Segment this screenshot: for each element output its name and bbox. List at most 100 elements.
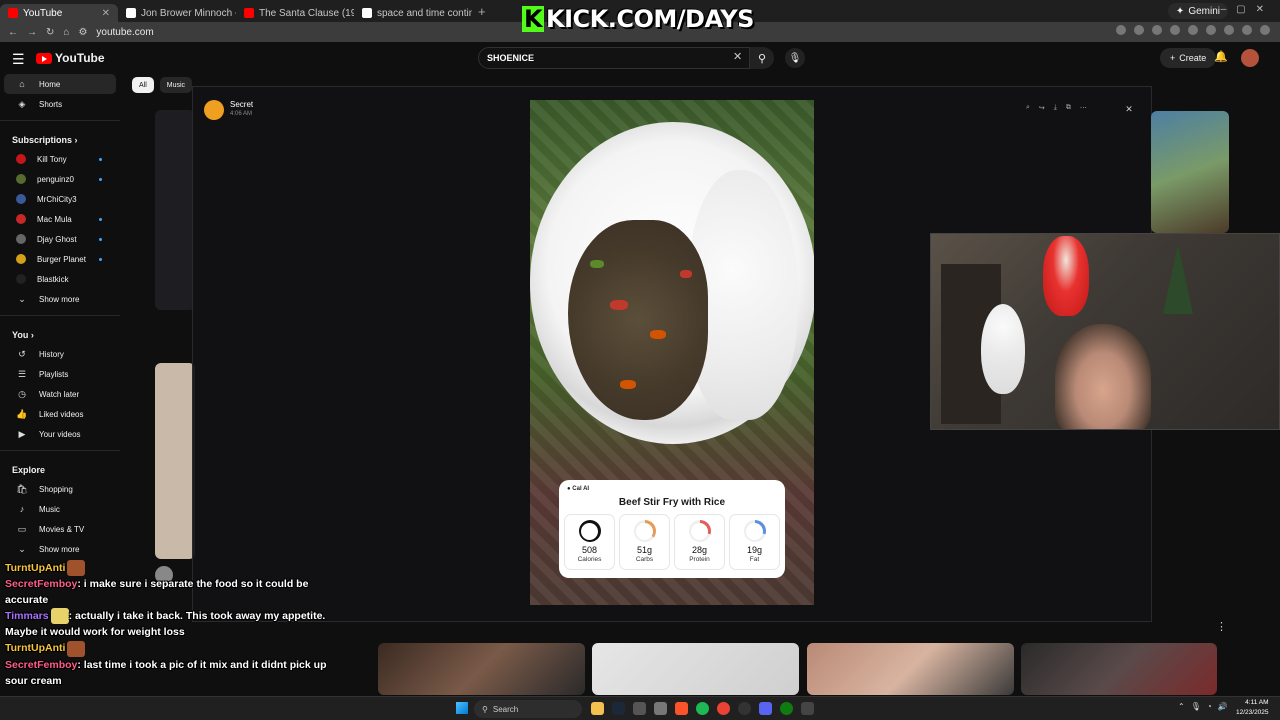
forward-icon[interactable]: ↪ [1039, 104, 1045, 112]
chip-all[interactable]: All [132, 77, 154, 93]
more-options-icon[interactable]: ⋮ [1216, 620, 1227, 633]
extension-icon[interactable] [1188, 25, 1198, 35]
sidebar-item[interactable]: ↺ History [4, 344, 116, 364]
xbox-icon[interactable] [780, 702, 793, 715]
site-info-icon[interactable]: ⚙ [78, 27, 87, 38]
gemini-button[interactable]: ✦ Gemini [1167, 3, 1228, 19]
chevron-up-icon[interactable]: ⌃ [1178, 702, 1185, 711]
search-input[interactable]: SHOENICE [478, 47, 750, 69]
sidebar-item[interactable]: ♪ Music [4, 499, 116, 519]
chat-username[interactable]: TurntUpAnti [5, 642, 65, 654]
chat-username[interactable]: Timmars [5, 610, 49, 622]
extension-icon[interactable] [1116, 25, 1126, 35]
discord-icon[interactable] [759, 702, 772, 715]
subscription-item[interactable]: penguinz0 [4, 169, 116, 189]
app-icon[interactable] [801, 702, 814, 715]
pepper [680, 270, 692, 278]
chrome-icon[interactable] [717, 702, 730, 715]
discord-avatar[interactable] [204, 100, 224, 120]
short-thumbnail[interactable] [378, 643, 585, 695]
extension-icon[interactable] [1170, 25, 1180, 35]
url-field[interactable]: youtube.com [96, 27, 153, 38]
hamburger-menu-icon[interactable]: ☰ [12, 51, 25, 68]
forward-icon[interactable]: → [27, 27, 37, 38]
windows-start-icon[interactable] [456, 702, 468, 714]
sidebar-item[interactable]: ◷ Watch later [4, 384, 116, 404]
back-icon[interactable]: ← [8, 27, 18, 38]
short-thumbnail[interactable] [592, 643, 799, 695]
spotify-icon[interactable] [696, 702, 709, 715]
sidebar-item-label: Watch later [39, 389, 80, 399]
app-icon[interactable] [633, 702, 646, 715]
stat-fat: 19g Fat [729, 514, 780, 570]
wifi-icon[interactable]: ◔ [1207, 702, 1212, 711]
taskbar-search[interactable]: ⚲ Search [474, 700, 582, 718]
home-icon[interactable]: ⌂ [63, 27, 69, 38]
subscriptions-heading[interactable]: Subscriptions › [0, 127, 120, 149]
sidebar-item-shorts[interactable]: ◈ Shorts [4, 94, 116, 114]
subscription-item[interactable]: Mac Mula [4, 209, 116, 229]
browser-tab[interactable]: The Santa Clause (1994) Traile✕ [236, 4, 354, 22]
search-button[interactable]: ⚲ [750, 47, 774, 69]
video-thumbnail[interactable] [155, 363, 195, 559]
create-button[interactable]: + Create [1160, 48, 1217, 68]
short-thumbnail[interactable] [1021, 643, 1217, 695]
obs-icon[interactable] [738, 702, 751, 715]
tab-label: space and time continuum - G [377, 7, 472, 19]
zoom-icon[interactable]: ⌕ [1026, 104, 1030, 112]
chat-username[interactable]: SecretFemboy [5, 659, 77, 671]
account-avatar[interactable] [1241, 49, 1259, 67]
more-icon[interactable]: ⋯ [1080, 104, 1087, 112]
subscription-item[interactable]: Kill Tony [4, 149, 116, 169]
microphone-icon[interactable]: 🎙 [1191, 702, 1201, 711]
sidebar-item[interactable]: ▭ Movies & TV [4, 519, 116, 539]
subscription-item[interactable]: Djay Ghost [4, 229, 116, 249]
system-clock[interactable]: 4:11 AM 12/23/2025 [1236, 698, 1269, 718]
browser-tab[interactable]: space and time continuum - G✕ [354, 4, 472, 22]
chip-music[interactable]: Music [159, 77, 193, 93]
sidebar-item[interactable]: ▶ Your videos [4, 424, 116, 444]
youtube-logo[interactable]: YouTube [36, 51, 105, 65]
extension-icon[interactable] [1224, 25, 1234, 35]
sidebar-item[interactable]: 👍 Liked videos [4, 404, 116, 424]
author-name[interactable]: Secret [230, 100, 253, 109]
open-external-icon[interactable]: ⧉ [1066, 104, 1071, 112]
extension-icon[interactable] [1206, 25, 1216, 35]
chat-username[interactable]: SecretFemboy [5, 578, 77, 590]
sidebar-item[interactable]: ☰ Playlists [4, 364, 116, 384]
browser-tab[interactable]: Jon Brower Minnoch - Google✕ [118, 4, 236, 22]
browser-tab[interactable]: YouTube ✕ [0, 4, 118, 22]
settings-icon[interactable] [654, 702, 667, 715]
show-more-button[interactable]: ⌄ Show more [4, 539, 116, 559]
chat-emote-icon [67, 560, 86, 577]
you-heading[interactable]: You › [0, 322, 120, 344]
bookmark-star-icon[interactable] [1134, 25, 1144, 35]
subscription-item[interactable]: Blastkick [4, 269, 116, 289]
close-viewer-icon[interactable]: ✕ [1122, 102, 1136, 116]
profile-icon[interactable] [1242, 25, 1252, 35]
subscription-item[interactable]: MrChiCity3 [4, 189, 116, 209]
menu-icon[interactable] [1260, 25, 1270, 35]
brave-icon[interactable] [675, 702, 688, 715]
show-more-button[interactable]: ⌄ Show more [4, 289, 116, 309]
plus-icon: + [1170, 53, 1176, 63]
video-thumbnail[interactable] [155, 110, 195, 310]
steam-icon[interactable] [612, 702, 625, 715]
chat-username[interactable]: TurntUpAnti [5, 562, 65, 574]
file-explorer-icon[interactable] [591, 702, 604, 715]
tab-close-icon[interactable]: ✕ [102, 8, 110, 19]
reload-icon[interactable]: ↻ [46, 27, 54, 38]
clear-search-icon[interactable]: ✕ [733, 50, 742, 63]
short-thumbnail[interactable] [807, 643, 1014, 695]
voice-search-button[interactable]: 🎙 [785, 48, 805, 68]
volume-icon[interactable]: 🔊 [1218, 702, 1228, 711]
sidebar-item[interactable]: 🛍 Shopping [4, 479, 116, 499]
download-icon[interactable]: ⤓ [1054, 104, 1057, 112]
video-thumbnail[interactable] [1151, 111, 1229, 233]
notifications-bell-icon[interactable]: 🔔 [1214, 50, 1228, 63]
extension-icon[interactable] [1152, 25, 1162, 35]
window-controls[interactable]: –▢✕ [1221, 4, 1274, 15]
sidebar-item-home[interactable]: ⌂ Home [4, 74, 116, 94]
subscription-item[interactable]: Burger Planet [4, 249, 116, 269]
new-tab-button[interactable]: + [478, 4, 486, 19]
